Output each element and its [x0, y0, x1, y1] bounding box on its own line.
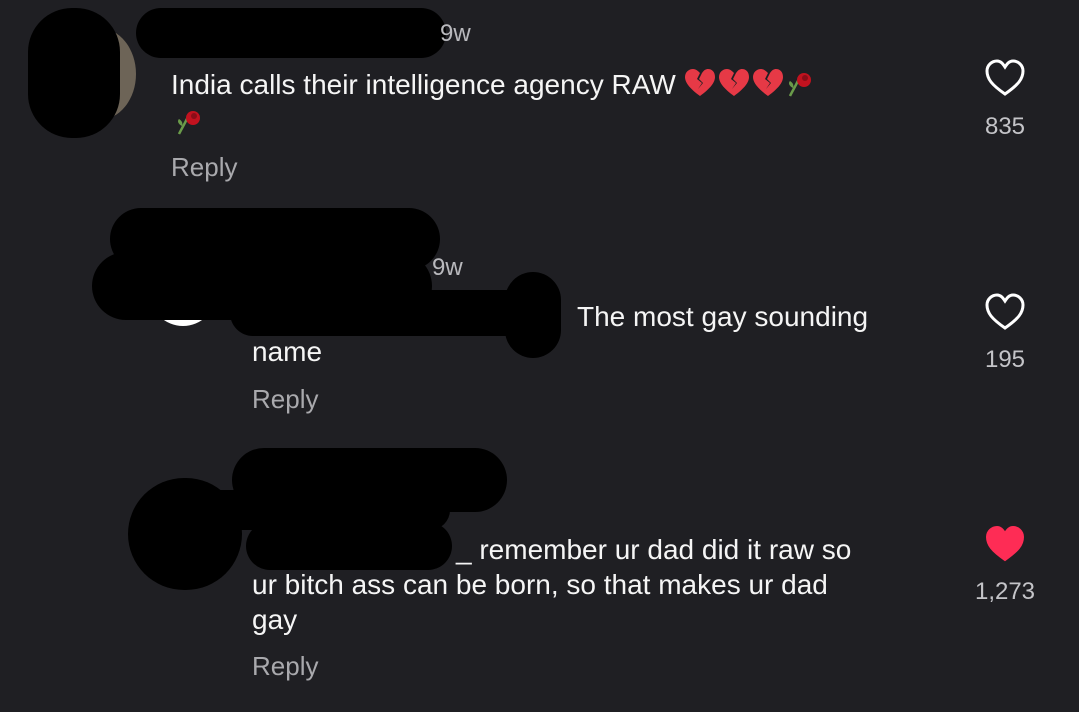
comment-text-line-1: The most gay sounding — [577, 301, 869, 332]
comment-text-line-1: _ remember ur dad did it raw so — [456, 534, 852, 565]
comment-text: India calls their intelligence agency RA… — [171, 66, 816, 102]
like-count: 195 — [984, 346, 1026, 373]
heart-filled-icon[interactable] — [984, 524, 1026, 564]
redaction — [136, 8, 446, 58]
reply-button[interactable]: Reply — [171, 152, 237, 183]
reply-button[interactable]: Reply — [252, 651, 318, 682]
comment-text-line-2: name — [252, 336, 323, 367]
reply-button[interactable]: Reply — [252, 384, 318, 415]
comment-text-line-3: gay — [252, 604, 298, 635]
like-count: 1,273 — [974, 578, 1036, 605]
comment-body: India calls their intelligence agency RA… — [171, 69, 676, 100]
heart-outline-icon[interactable] — [984, 292, 1026, 332]
timestamp: 9w — [432, 254, 463, 281]
like-count: 835 — [984, 113, 1026, 140]
timestamp: 9w — [440, 20, 471, 47]
wilted-rose-icon — [788, 73, 811, 97]
redaction — [230, 290, 550, 336]
redaction — [505, 272, 561, 358]
comment-thread: 9w India calls their intelligence agency… — [0, 0, 1079, 712]
wilted-rose-icon — [177, 111, 200, 135]
redaction — [28, 8, 120, 138]
heart-outline-icon[interactable] — [984, 58, 1026, 98]
redaction — [246, 522, 452, 570]
comment-text-line-2: ur bitch ass can be born, so that makes … — [252, 569, 828, 600]
broken-heart-icon — [684, 69, 715, 96]
broken-heart-icon — [752, 69, 783, 96]
broken-heart-icon — [718, 69, 749, 96]
emoji-group — [684, 66, 816, 100]
